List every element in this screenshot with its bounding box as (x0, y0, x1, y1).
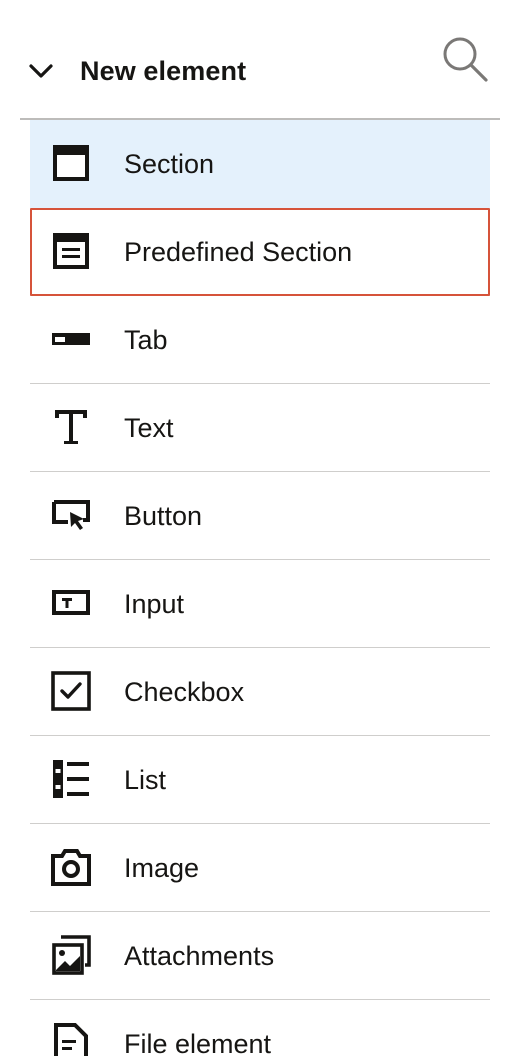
element-item-input[interactable]: Input (30, 560, 490, 648)
panel-title: New element (80, 56, 247, 86)
button-icon (50, 494, 92, 536)
element-item-button[interactable]: Button (30, 472, 490, 560)
element-item-label: Tab (124, 325, 168, 355)
section-icon (50, 142, 92, 184)
element-item-predefined-section[interactable]: Predefined Section (30, 208, 490, 296)
element-item-label: Text (124, 413, 174, 443)
element-item-label: Image (124, 853, 200, 883)
text-icon (50, 406, 92, 448)
element-item-label: Attachments (124, 941, 275, 971)
element-item-image[interactable]: Image (30, 824, 490, 912)
image-icon (50, 846, 92, 888)
chevron-down-icon[interactable] (28, 58, 54, 84)
element-list: Section Predefined Section Tab Text Butt… (30, 120, 490, 1056)
element-item-file-element[interactable]: File element (30, 1000, 490, 1056)
tab-icon (50, 318, 92, 360)
attachments-icon (50, 934, 92, 976)
element-item-list[interactable]: List (30, 736, 490, 824)
element-item-label: File element (124, 1029, 272, 1056)
input-icon (50, 582, 92, 624)
panel-header: New element (20, 0, 500, 120)
element-item-label: Section (124, 149, 215, 179)
element-item-checkbox[interactable]: Checkbox (30, 648, 490, 736)
search-icon[interactable] (440, 34, 490, 84)
element-item-label: Checkbox (124, 677, 245, 707)
element-item-tab[interactable]: Tab (30, 296, 490, 384)
element-item-label: Button (124, 501, 203, 531)
list-icon (50, 758, 92, 800)
element-item-attachments[interactable]: Attachments (30, 912, 490, 1000)
element-item-label: List (124, 765, 167, 795)
element-item-section[interactable]: Section (30, 120, 490, 208)
file-element-icon (50, 1022, 92, 1056)
element-item-label: Predefined Section (124, 237, 353, 267)
predefined-section-icon (50, 230, 92, 272)
new-element-panel: New element Section Predefined Section T… (0, 0, 524, 1056)
checkbox-icon (50, 670, 92, 712)
element-item-text[interactable]: Text (30, 384, 490, 472)
element-item-label: Input (124, 589, 185, 619)
